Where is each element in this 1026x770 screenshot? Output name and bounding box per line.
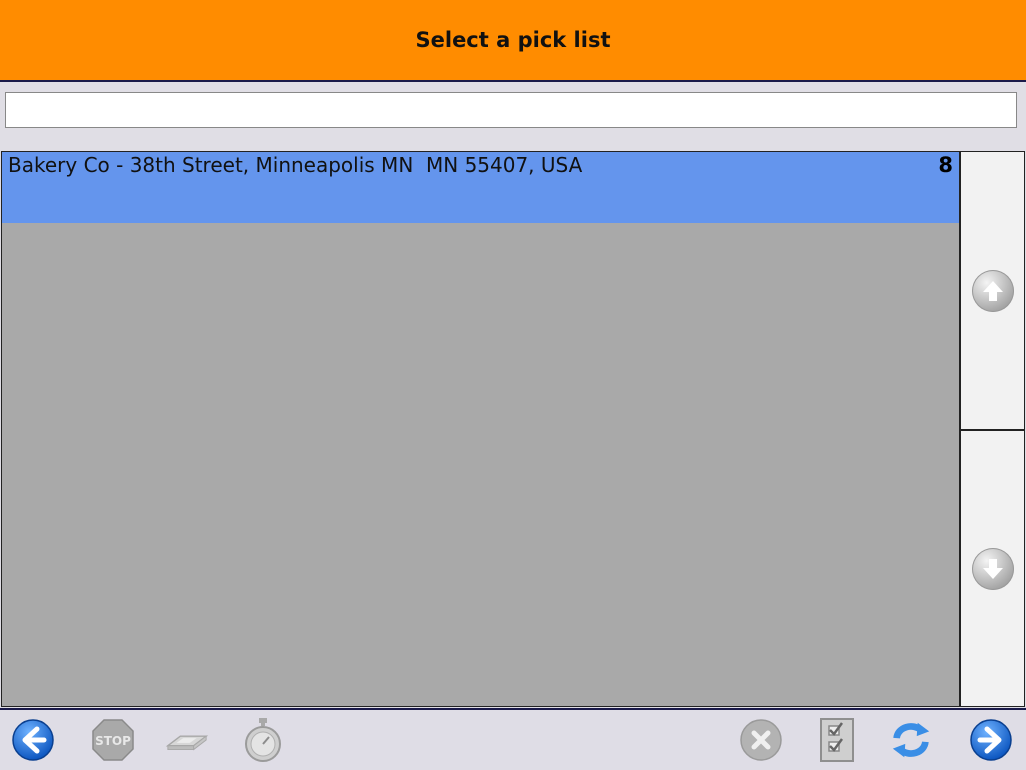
list-item-label: Bakery Co - 38th Street, Minneapolis MN … [8, 153, 583, 177]
bottom-toolbar: STOP [0, 708, 1026, 770]
forward-button[interactable] [969, 718, 1013, 762]
list-item-count: 8 [938, 153, 953, 177]
cancel-x-icon [740, 719, 782, 761]
checklist-button[interactable] [815, 718, 859, 762]
timer-button[interactable] [241, 718, 285, 762]
page-title: Select a pick list [415, 28, 611, 52]
back-arrow-icon [12, 719, 54, 761]
forward-arrow-icon [970, 719, 1012, 761]
refresh-icon [892, 722, 930, 758]
header-bar: Select a pick list [0, 0, 1026, 82]
arrow-up-icon [971, 269, 1014, 312]
scanner-button[interactable] [165, 718, 209, 762]
scroll-buttons [960, 151, 1025, 707]
stop-label: STOP [95, 734, 131, 748]
stopwatch-icon [245, 718, 281, 762]
scroll-down-button[interactable] [961, 431, 1024, 706]
checklist-icon [820, 718, 854, 762]
search-input[interactable] [5, 92, 1017, 128]
scanner-icon [165, 735, 209, 751]
scroll-up-button[interactable] [961, 152, 1024, 431]
refresh-button[interactable] [889, 718, 933, 762]
back-button[interactable] [11, 718, 55, 762]
stop-sign-icon: STOP [92, 719, 134, 761]
stop-button[interactable]: STOP [91, 718, 135, 762]
arrow-down-icon [971, 547, 1014, 590]
cancel-button[interactable] [739, 718, 783, 762]
list-item[interactable]: Bakery Co - 38th Street, Minneapolis MN … [2, 152, 959, 223]
pick-list-panel: Bakery Co - 38th Street, Minneapolis MN … [1, 151, 960, 707]
